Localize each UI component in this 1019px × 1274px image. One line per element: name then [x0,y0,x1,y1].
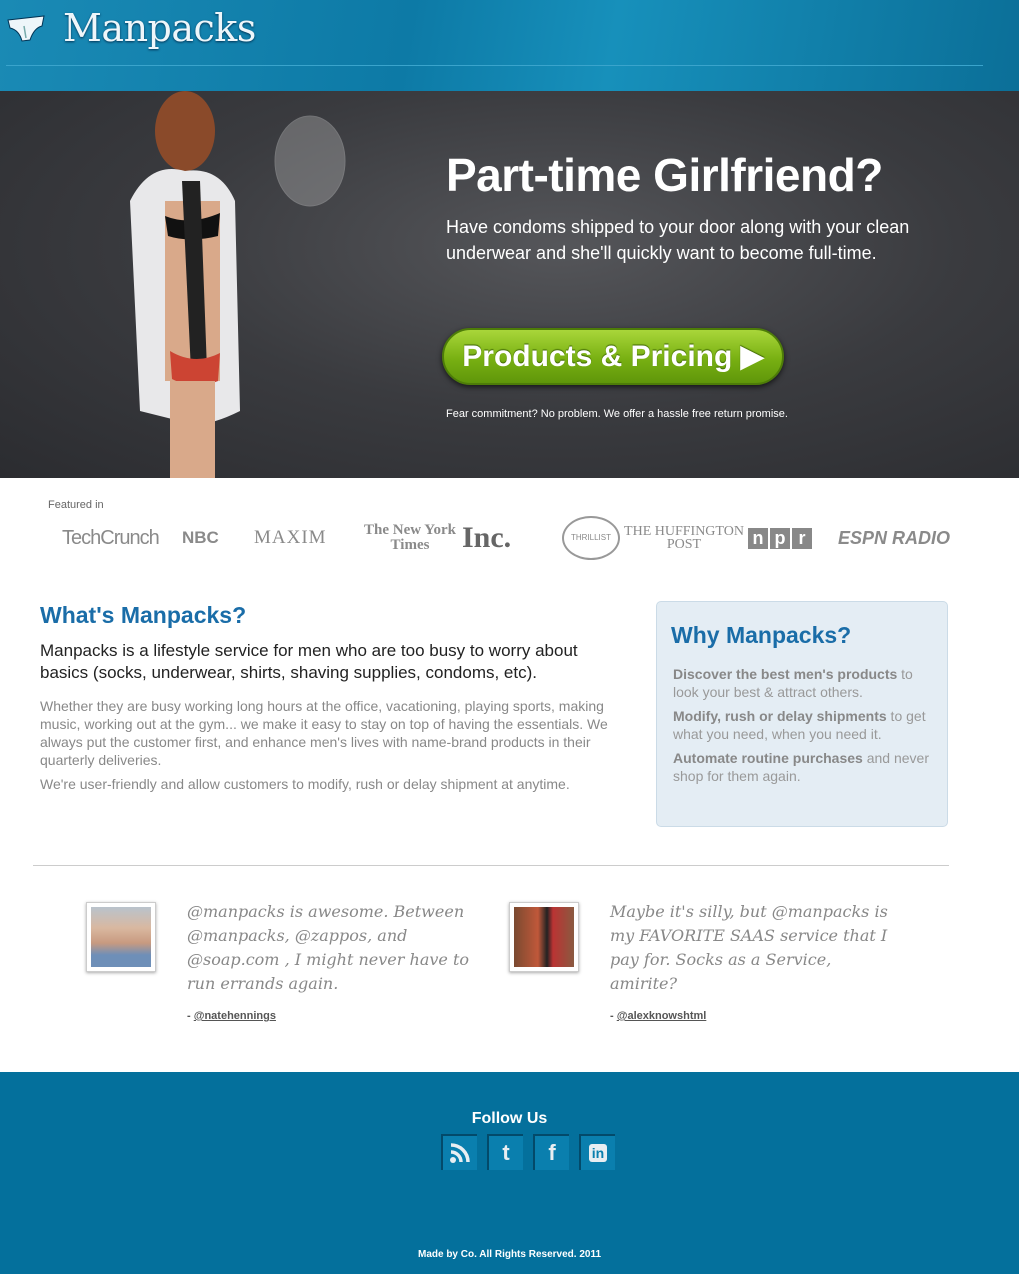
featured-in-label: Featured in [48,499,104,511]
nyt-logo: The New York Times [364,522,456,553]
underwear-logo-icon[interactable] [6,14,46,44]
whats-manpacks-title: What's Manpacks? [40,602,247,628]
espn-radio-logo: ESPN RADIO [838,527,951,548]
hero-subtitle: Have condoms shipped to your door along … [446,217,910,263]
header-divider [6,65,983,66]
rss-icon[interactable] [441,1134,477,1170]
testimonial-author: - @alexknowshtml [610,1010,706,1022]
nbc-logo: NBC [182,528,219,547]
why-item: Automate routine purchases and never sho… [671,749,933,785]
npr-logo: npr [748,527,838,549]
footer: Follow Us t f in Made by Co. All Rights … [0,1072,1019,1274]
why-item-bold: Discover the best men's products [673,666,898,682]
brand-logo[interactable]: Manpacks [63,6,256,50]
author-prefix: - [610,1010,617,1022]
why-item: Modify, rush or delay shipments to get w… [671,707,933,743]
hero-banner: Part-time Girlfriend? Have condoms shipp… [0,91,1019,478]
whats-manpacks-lead: Manpacks is a lifestyle service for men … [40,641,578,682]
products-pricing-button[interactable]: Products & Pricing ▶ [442,328,784,385]
maxim-logo: MAXIM [254,527,327,548]
testimonial-quote: @manpacks is awesome. Between @manpacks,… [187,902,470,993]
author-prefix: - [187,1010,194,1022]
twitter-icon[interactable]: t [487,1134,523,1170]
thrillist-logo: THRILLIST [562,516,620,560]
techcrunch-logo: TechCrunch [62,526,160,549]
testimonial-author: - @natehennings [187,1010,276,1022]
whats-manpacks-paragraph: Whether they are busy working long hours… [40,698,608,768]
testimonial-quote: Maybe it's silly, but @manpacks is my FA… [610,902,888,993]
huffington-post-logo: THE HUFFINGTON POST [624,524,744,552]
author-link[interactable]: @natehennings [194,1010,276,1022]
why-item-bold: Automate routine purchases [673,750,863,766]
inc-logo: Inc. [462,521,512,554]
why-manpacks-title: Why Manpacks? [671,622,852,648]
why-item: Discover the best men's products to look… [671,665,933,701]
hero-model-image [130,91,346,478]
avatar [86,902,156,972]
follow-us-heading: Follow Us [471,1110,548,1127]
hero-title: Part-time Girlfriend? [446,149,883,201]
social-links: t f in [441,1134,615,1170]
whats-manpacks-paragraph: We're user-friendly and allow customers … [40,776,570,792]
press-logos: TechCrunch NBC MAXIM The New York Times … [62,512,950,564]
header: Manpacks [0,0,1019,91]
return-promise-note: Fear commitment? No problem. We offer a … [446,408,788,420]
facebook-icon[interactable]: f [533,1134,569,1170]
section-divider [33,865,949,866]
author-link[interactable]: @alexknowshtml [617,1010,707,1022]
why-manpacks-box: Why Manpacks? Discover the best men's pr… [656,601,948,827]
why-item-bold: Modify, rush or delay shipments [673,708,887,724]
avatar [509,902,579,972]
linkedin-icon[interactable]: in [579,1134,615,1170]
copyright: Made by Co. All Rights Reserved. 2011 [417,1249,602,1260]
